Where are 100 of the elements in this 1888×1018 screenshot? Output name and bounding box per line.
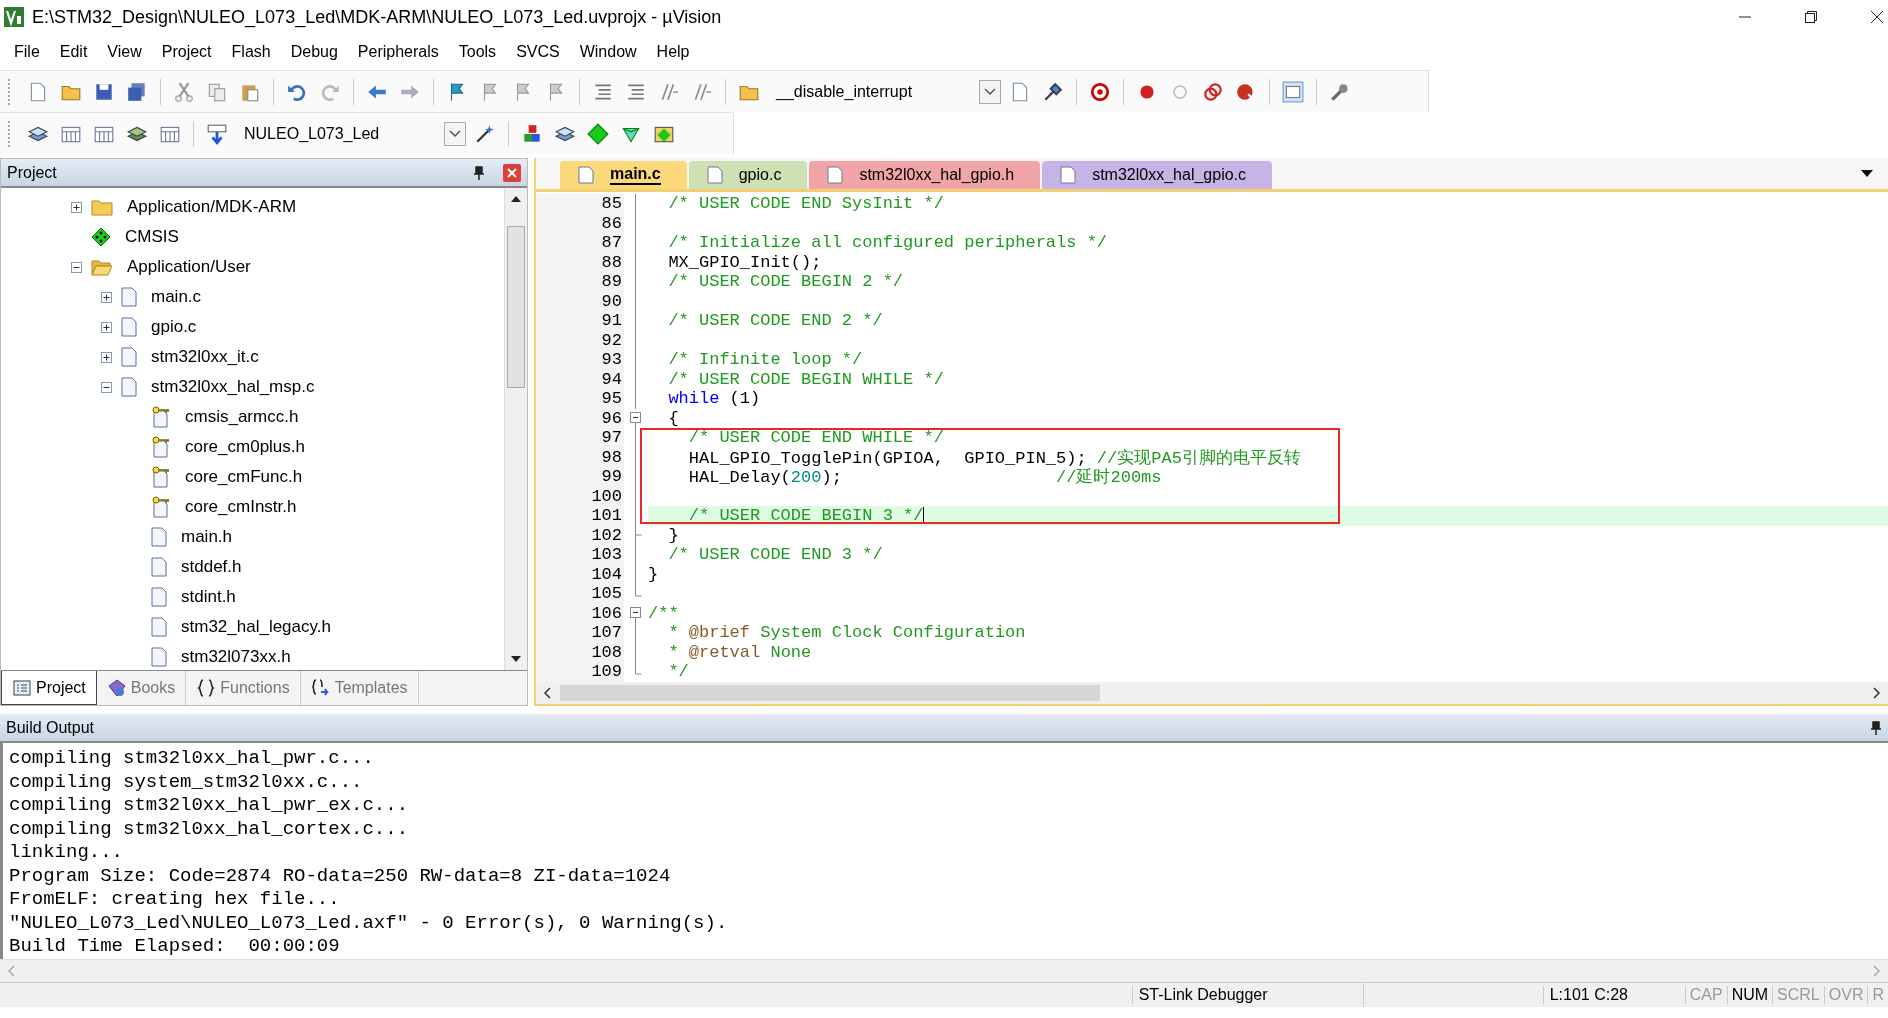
file-tab[interactable]: gpio.c [688, 161, 808, 189]
tree-item[interactable]: stm32_hal_legacy.h [181, 617, 331, 637]
file-icon [578, 166, 594, 184]
code-line: MX_GPIO_Init(); [667, 252, 822, 272]
menu-item[interactable]: Debug [282, 40, 346, 64]
output-line: compiling stm32l0xx_hal_pwr.c... [9, 747, 375, 771]
folder-icon [91, 198, 113, 216]
menu-item[interactable]: Flash [223, 40, 279, 64]
expand-toggle[interactable] [71, 201, 83, 213]
menu-item[interactable]: Project [153, 40, 220, 64]
expand-toggle[interactable] [101, 291, 113, 303]
book-icon [106, 678, 127, 698]
tree-item[interactable]: main.h [181, 527, 233, 547]
file-tab[interactable]: stm32l0xx_hal_gpio.h [809, 161, 1041, 189]
menu-item[interactable]: View [99, 40, 150, 64]
component-icon [91, 227, 111, 247]
collapse-toggle[interactable] [101, 381, 113, 393]
braces-icon [196, 678, 217, 698]
tree-item[interactable]: stm32l0xx_it.c [151, 347, 259, 367]
tree-item[interactable]: cmsis_armcc.h [185, 407, 299, 427]
window-layout-icon[interactable] [1282, 80, 1304, 103]
restore-icon[interactable] [1804, 10, 1818, 24]
debugger-status: ST-Link Debugger [1131, 986, 1363, 1004]
line-number: 89 [536, 272, 624, 292]
tree-item[interactable]: stdint.h [181, 587, 236, 607]
expand-toggle[interactable] [101, 351, 113, 363]
tree-item[interactable]: stm32l073xx.h [181, 647, 291, 667]
load-icon[interactable] [206, 122, 228, 145]
file-icon [121, 317, 137, 337]
pack-icon[interactable] [587, 122, 609, 145]
dropdown-icon[interactable] [984, 87, 996, 96]
pin-icon[interactable] [1870, 720, 1882, 735]
locked-file-icon [151, 496, 171, 518]
tab-list-icon[interactable] [1860, 169, 1874, 178]
tree-item[interactable]: CMSIS [125, 227, 179, 247]
file-icon [1060, 166, 1077, 184]
line-number: 90 [536, 291, 624, 311]
dropdown-icon[interactable] [449, 129, 461, 138]
tree-item[interactable]: gpio.c [151, 317, 197, 337]
menu-item[interactable]: File [6, 40, 48, 64]
file-icon [121, 377, 137, 397]
code-line: } [667, 525, 679, 545]
line-number: 87 [536, 233, 624, 253]
tree-item[interactable]: Application/MDK-ARM [127, 197, 297, 217]
scroll-left-icon[interactable] [542, 686, 554, 700]
menu-item[interactable]: Edit [51, 40, 96, 64]
template-icon [310, 678, 331, 698]
tree-item[interactable]: Application/User [127, 257, 251, 277]
tree-item[interactable]: stddef.h [181, 557, 242, 577]
cut-icon[interactable] [173, 80, 195, 103]
code-line: */ [667, 662, 689, 682]
code-line: /* USER CODE END 3 */ [667, 545, 883, 565]
scroll-up-icon[interactable] [509, 194, 523, 204]
cursor-position: L:101 C:28 [1542, 986, 1685, 1004]
line-number: 99 [536, 467, 624, 487]
panel-tab[interactable]: Functions [186, 671, 301, 705]
menu-item[interactable]: Help [648, 40, 698, 64]
code-line: /** [648, 603, 679, 623]
menu-item[interactable]: Peripherals [349, 40, 447, 64]
tree-item[interactable]: core_cm0plus.h [185, 437, 305, 457]
collapse-toggle[interactable] [71, 261, 83, 273]
code-line: /* USER CODE BEGIN 3 */ [687, 506, 925, 526]
line-number: 85 [536, 194, 624, 214]
save-all-icon[interactable] [126, 80, 148, 103]
tree-item[interactable]: main.c [151, 287, 202, 307]
panel-tab[interactable]: Books [96, 671, 187, 705]
scrollbar[interactable] [504, 188, 527, 670]
file-icon [151, 587, 167, 607]
file-tab[interactable]: stm32l0xx_hal_gpio.c [1042, 161, 1273, 189]
scroll-right-icon[interactable] [1870, 686, 1882, 700]
pin-icon[interactable] [473, 165, 485, 180]
key-indicator: SCRL [1772, 986, 1824, 1004]
find-combo[interactable]: __disable_interrupt [768, 78, 1001, 105]
tree-item[interactable]: stm32l0xx_hal_msp.c [151, 377, 315, 397]
tree-item[interactable]: core_cmFunc.h [185, 467, 303, 487]
tree-item[interactable]: core_cmInstr.h [185, 497, 297, 517]
line-number: 109 [536, 662, 624, 682]
code-line: * @brief System Clock Configuration [667, 623, 1026, 643]
line-number: 103 [536, 545, 624, 565]
output-line: compiling stm32l0xx_hal_pwr_ex.c... [9, 794, 410, 818]
file-icon [121, 287, 137, 307]
scroll-down-icon[interactable] [509, 654, 523, 664]
key-indicator: CAP [1684, 986, 1727, 1004]
file-tab[interactable]: main.c [560, 161, 687, 189]
list-icon [12, 677, 32, 698]
code-line: } [648, 564, 659, 584]
panel-tab[interactable]: Project [1, 671, 97, 705]
close-icon[interactable] [1870, 10, 1884, 24]
line-number: 101 [536, 506, 624, 526]
menu-item[interactable]: Window [571, 40, 645, 64]
menu-item[interactable]: SVCS [508, 40, 568, 64]
breakpoints-icon[interactable] [1202, 80, 1224, 103]
line-number: 97 [536, 428, 624, 448]
manage-icon[interactable] [521, 122, 543, 145]
expand-toggle[interactable] [101, 321, 113, 333]
panel-tab[interactable]: Templates [300, 671, 419, 705]
debug-icon[interactable] [1089, 80, 1111, 103]
scrollbar[interactable] [536, 682, 1888, 704]
menu-item[interactable]: Tools [450, 40, 505, 64]
code-line: /* USER CODE END 2 */ [667, 311, 883, 331]
